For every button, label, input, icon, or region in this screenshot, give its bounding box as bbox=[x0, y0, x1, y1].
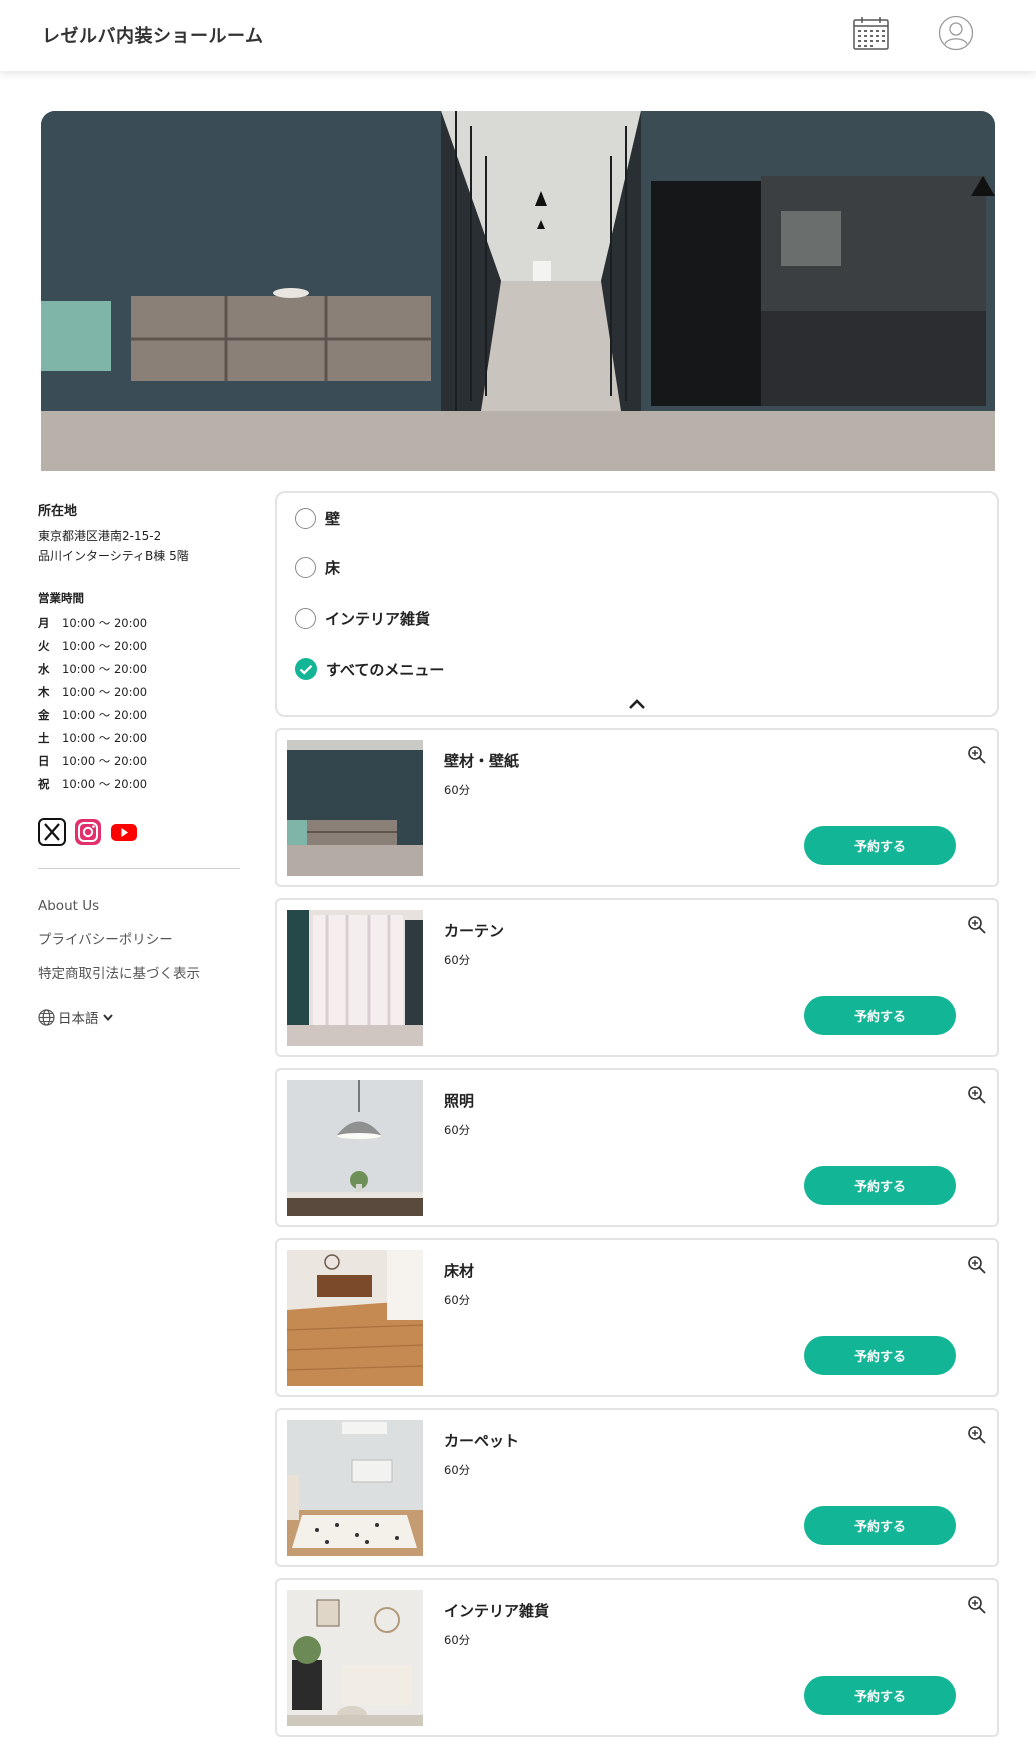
radio-button[interactable] bbox=[295, 557, 316, 578]
menu-thumbnail bbox=[287, 1420, 423, 1556]
menu-card[interactable]: カーテン 60分 予約する bbox=[275, 898, 999, 1057]
hours-time: 10:00 〜 20:00 bbox=[62, 685, 148, 699]
menu-duration: 60分 bbox=[444, 783, 471, 797]
menu-title: 床材 bbox=[444, 1262, 475, 1280]
privacy-policy-link[interactable]: プライバシーポリシー bbox=[38, 923, 248, 957]
hours-day: 日 bbox=[38, 754, 50, 768]
hours-time: 10:00 〜 20:00 bbox=[62, 708, 148, 722]
menu-card[interactable]: 照明 60分 予約する bbox=[275, 1068, 999, 1227]
hours-day: 火 bbox=[38, 639, 50, 653]
address-line2: 品川インターシティB棟 5階 bbox=[38, 549, 189, 563]
hours-time: 10:00 〜 20:00 bbox=[62, 616, 148, 630]
hours-list: 月 10:00 〜 20:00 火 10:00 〜 20:00 水 10:00 〜 2… bbox=[38, 612, 248, 796]
hours-row: 水 10:00 〜 20:00 bbox=[38, 658, 248, 681]
hours-row: 土 10:00 〜 20:00 bbox=[38, 727, 248, 750]
menu-duration: 60分 bbox=[444, 953, 471, 967]
menu-duration: 60分 bbox=[444, 1463, 471, 1477]
menu-card[interactable]: 床材 60分 予約する bbox=[275, 1238, 999, 1397]
menu-duration: 60分 bbox=[444, 1293, 471, 1307]
hero-image bbox=[41, 111, 995, 471]
hours-time: 10:00 〜 20:00 bbox=[62, 777, 148, 791]
zoom-in-icon[interactable] bbox=[967, 1085, 987, 1105]
reserve-button[interactable]: 予約する bbox=[804, 1166, 956, 1205]
hours-row: 月 10:00 〜 20:00 bbox=[38, 612, 248, 635]
zoom-in-icon[interactable] bbox=[967, 1425, 987, 1445]
hours-row: 金 10:00 〜 20:00 bbox=[38, 704, 248, 727]
chevron-down-icon bbox=[102, 1013, 113, 1021]
sidebar-divider bbox=[38, 868, 240, 869]
filter-label: インテリア雑貨 bbox=[325, 610, 431, 628]
filter-option-all-menus[interactable]: すべてのメニュー bbox=[295, 658, 444, 680]
menu-title: 壁材・壁紙 bbox=[444, 752, 520, 770]
filter-option-floor[interactable]: 床 bbox=[295, 557, 340, 578]
hours-row: 日 10:00 〜 20:00 bbox=[38, 750, 248, 773]
globe-icon bbox=[38, 1008, 55, 1026]
hours-day: 月 bbox=[38, 616, 50, 630]
zoom-in-icon[interactable] bbox=[967, 915, 987, 935]
address-line1: 東京都港区港南2-15-2 bbox=[38, 529, 162, 543]
about-us-link[interactable]: About Us bbox=[38, 889, 248, 923]
menu-card[interactable]: 壁材・壁紙 60分 予約する bbox=[275, 728, 999, 887]
address: 東京都港区港南2-15-2 品川インターシティB棟 5階 bbox=[38, 526, 248, 566]
commerce-law-link[interactable]: 特定商取引法に基づく表示 bbox=[38, 957, 248, 991]
filter-option-interior-goods[interactable]: インテリア雑貨 bbox=[295, 608, 430, 629]
youtube-icon[interactable] bbox=[110, 818, 138, 846]
hours-day: 土 bbox=[38, 731, 50, 745]
menu-thumbnail bbox=[287, 1080, 423, 1216]
location-heading: 所在地 bbox=[38, 504, 78, 519]
chevron-up-icon[interactable] bbox=[627, 698, 647, 710]
category-filter: 壁 床 インテリア雑貨 すべてのメニュー bbox=[275, 491, 999, 717]
footer-links: About Us プライバシーポリシー 特定商取引法に基づく表示 bbox=[38, 889, 248, 991]
store-info-sidebar: 所在地 東京都港区港南2-15-2 品川インターシティB棟 5階 営業時間 月1… bbox=[38, 500, 248, 1027]
menu-title: インテリア雑貨 bbox=[444, 1602, 550, 1620]
zoom-in-icon[interactable] bbox=[967, 1595, 987, 1615]
hours-time: 10:00 〜 20:00 bbox=[62, 731, 148, 745]
menu-card[interactable]: カーペット 60分 予約する bbox=[275, 1408, 999, 1567]
filter-label: すべてのメニュー bbox=[326, 660, 445, 679]
menu-thumbnail bbox=[287, 1250, 423, 1386]
reserve-button[interactable]: 予約する bbox=[804, 826, 956, 865]
reserve-button[interactable]: 予約する bbox=[804, 1506, 956, 1545]
calendar-icon[interactable] bbox=[853, 16, 889, 50]
reserve-button[interactable]: 予約する bbox=[804, 1336, 956, 1375]
checked-icon[interactable] bbox=[295, 658, 317, 680]
menu-duration: 60分 bbox=[444, 1123, 471, 1137]
instagram-icon[interactable] bbox=[74, 818, 102, 846]
menu-thumbnail bbox=[287, 740, 423, 876]
reserve-button[interactable]: 予約する bbox=[804, 996, 956, 1035]
hours-time: 10:00 〜 20:00 bbox=[62, 662, 148, 676]
zoom-in-icon[interactable] bbox=[967, 745, 987, 765]
x-icon[interactable] bbox=[38, 818, 66, 846]
language-selector[interactable]: 日本語 bbox=[38, 1007, 248, 1027]
zoom-in-icon[interactable] bbox=[967, 1255, 987, 1275]
hours-day: 祝 bbox=[38, 777, 50, 791]
reserve-button[interactable]: 予約する bbox=[804, 1676, 956, 1715]
menu-thumbnail bbox=[287, 910, 423, 1046]
hours-day: 水 bbox=[38, 662, 50, 676]
menu-card[interactable]: インテリア雑貨 60分 予約する bbox=[275, 1578, 999, 1737]
filter-label: 床 bbox=[325, 559, 341, 577]
filter-option-wall[interactable]: 壁 bbox=[295, 508, 340, 529]
language-label: 日本語 bbox=[58, 1011, 99, 1027]
social-links bbox=[38, 818, 248, 846]
menu-title: カーペット bbox=[444, 1432, 520, 1450]
top-header: レゼルバ内装ショールーム bbox=[0, 0, 1036, 71]
filter-label: 壁 bbox=[325, 510, 341, 528]
menu-duration: 60分 bbox=[444, 1633, 471, 1647]
hours-day: 金 bbox=[38, 708, 50, 722]
hours-day: 木 bbox=[38, 685, 50, 699]
radio-button[interactable] bbox=[295, 508, 316, 529]
hours-time: 10:00 〜 20:00 bbox=[62, 639, 148, 653]
hours-row: 祝 10:00 〜 20:00 bbox=[38, 773, 248, 796]
site-brand[interactable]: レゼルバ内装ショールーム bbox=[42, 22, 263, 48]
user-icon[interactable] bbox=[938, 15, 974, 51]
hours-row: 火 10:00 〜 20:00 bbox=[38, 635, 248, 658]
radio-button[interactable] bbox=[295, 608, 316, 629]
hours-row: 木 10:00 〜 20:00 bbox=[38, 681, 248, 704]
menu-thumbnail bbox=[287, 1590, 423, 1726]
menu-title: カーテン bbox=[444, 922, 505, 940]
menu-title: 照明 bbox=[444, 1092, 475, 1110]
hours-heading: 営業時間 bbox=[38, 591, 84, 605]
hours-time: 10:00 〜 20:00 bbox=[62, 754, 148, 768]
